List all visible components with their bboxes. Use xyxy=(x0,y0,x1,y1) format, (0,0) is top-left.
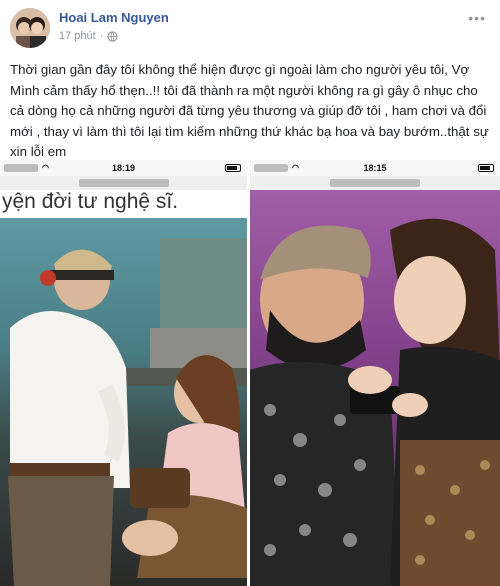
battery-icon xyxy=(225,164,241,172)
blurred-carrier xyxy=(4,164,38,172)
post-header: Hoai Lam Nguyen 17 phút · ••• xyxy=(0,0,500,52)
photo-right[interactable]: ◠ 18:15 xyxy=(250,160,500,586)
blurred-carrier xyxy=(254,164,288,172)
wifi-icon: ◠ xyxy=(292,163,299,172)
photo-scene xyxy=(250,190,500,586)
post-timestamp[interactable]: 17 phút xyxy=(59,30,96,42)
status-time: 18:19 xyxy=(111,163,136,173)
battery-icon xyxy=(478,164,494,172)
blurred-url xyxy=(78,179,169,187)
status-bar: ◠ 18:15 xyxy=(250,160,500,176)
scene-illustration xyxy=(8,238,247,586)
post-photos: ◠ 18:19 yện đời tư nghệ sĩ. ◠ 18:15 xyxy=(0,160,500,586)
status-bar: ◠ 18:19 xyxy=(0,160,247,176)
photo-left[interactable]: ◠ 18:19 yện đời tư nghệ sĩ. xyxy=(0,160,247,586)
caption-strip: yện đời tư nghệ sĩ. xyxy=(0,190,247,218)
url-bar xyxy=(250,176,500,190)
author-avatar[interactable] xyxy=(10,8,50,48)
author-name[interactable]: Hoai Lam Nguyen xyxy=(59,10,169,25)
article-caption: yện đời tư nghệ sĩ. xyxy=(2,190,179,213)
scene-illustration xyxy=(250,218,500,586)
post-meta: 17 phút · xyxy=(59,30,119,42)
post-body-text: Thời gian gần đây tôi không thể hiện đượ… xyxy=(10,62,489,159)
photo-scene xyxy=(0,218,247,586)
url-bar xyxy=(0,176,247,190)
blurred-url xyxy=(330,179,420,187)
meta-separator: · xyxy=(99,30,104,42)
more-dots-icon[interactable]: ••• xyxy=(468,10,486,26)
status-time: 18:15 xyxy=(363,163,387,173)
wifi-icon: ◠ xyxy=(42,163,49,172)
avatar-image xyxy=(10,8,50,48)
globe-icon[interactable] xyxy=(107,30,119,42)
